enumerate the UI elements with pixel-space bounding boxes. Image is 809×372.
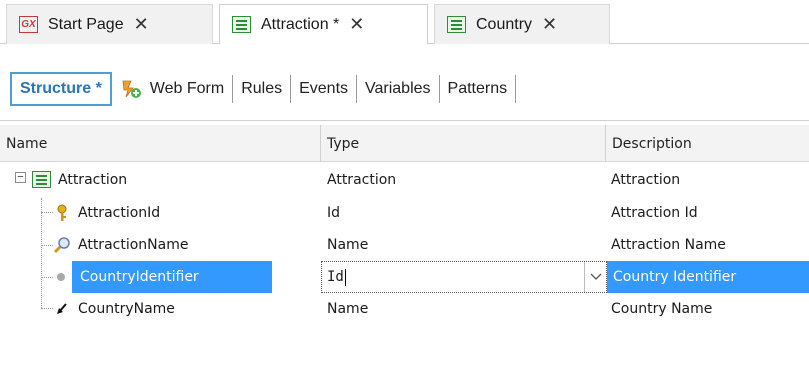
web-form-icon — [120, 79, 142, 99]
tab-events[interactable]: Events — [291, 72, 356, 106]
attribute-type[interactable]: Name — [327, 229, 368, 261]
transaction-icon — [447, 16, 466, 33]
type-input-value[interactable]: Id — [327, 269, 344, 285]
column-header-name[interactable]: Name — [0, 125, 320, 162]
text-caret — [344, 268, 346, 286]
tab-web-form-label: Web Form — [149, 80, 225, 97]
attribute-name[interactable]: Attraction — [58, 164, 127, 196]
tab-label: Attraction * — [261, 15, 340, 33]
magnifier-icon — [52, 235, 72, 255]
column-header-type[interactable]: Type — [321, 125, 605, 162]
tab-label: Country — [476, 15, 533, 33]
structure-grid-header: Name Type Description — [0, 125, 809, 162]
attribute-name[interactable]: CountryName — [78, 293, 175, 325]
transaction-icon — [32, 171, 51, 188]
tab-attraction[interactable]: Attraction * ✕ — [219, 4, 428, 45]
attribute-name[interactable]: AttractionId — [78, 197, 160, 229]
transaction-icon — [232, 16, 251, 33]
inferred-arrow-icon — [55, 301, 69, 317]
attribute-description[interactable]: Attraction — [611, 164, 680, 196]
gx-logo-icon: GX — [19, 16, 38, 33]
attribute-name[interactable]: AttractionName — [78, 229, 188, 261]
key-icon — [54, 204, 70, 222]
tab-rules[interactable]: Rules — [233, 72, 290, 106]
close-icon[interactable]: ✕ — [134, 14, 149, 35]
close-icon[interactable]: ✕ — [349, 14, 364, 35]
table-row[interactable]: AttractionId Id Attraction Id — [0, 197, 809, 229]
attribute-description[interactable]: Country Name — [611, 293, 712, 325]
separator — [515, 75, 517, 103]
table-row[interactable]: CountryName Name Country Name — [0, 293, 809, 325]
tab-country[interactable]: Country ✕ — [434, 4, 610, 44]
object-part-toolbar: Structure * Web Form Rules Events Variab… — [0, 45, 809, 121]
table-row[interactable]: AttractionName Name Attraction Name — [0, 229, 809, 261]
column-header-description[interactable]: Description — [606, 125, 809, 162]
table-row[interactable]: Attraction Attraction Attraction — [0, 164, 809, 196]
attribute-type[interactable]: Name — [327, 293, 368, 325]
tab-patterns[interactable]: Patterns — [440, 72, 516, 106]
table-row-selected[interactable]: CountryIdentifier Id Country Identifier — [0, 261, 809, 293]
attribute-description[interactable]: Attraction Id — [611, 197, 698, 229]
tab-variables[interactable]: Variables — [357, 72, 439, 106]
close-icon[interactable]: ✕ — [542, 14, 557, 35]
tab-web-form[interactable]: Web Form — [112, 72, 232, 106]
attribute-description[interactable]: Attraction Name — [611, 229, 726, 261]
dot-icon — [56, 272, 66, 282]
attribute-type[interactable]: Attraction — [327, 164, 396, 196]
type-combo-input[interactable]: Id — [321, 261, 607, 293]
tab-structure[interactable]: Structure * — [10, 72, 112, 106]
attribute-type[interactable]: Id — [327, 197, 340, 229]
attribute-description[interactable]: Country Identifier — [607, 261, 809, 293]
chevron-down-icon[interactable] — [584, 262, 606, 292]
tab-start-page[interactable]: GX Start Page ✕ — [6, 4, 213, 44]
tab-label: Start Page — [48, 15, 124, 33]
document-tab-strip: GX Start Page ✕ Attraction * ✕ Country ✕ — [0, 0, 809, 45]
attribute-name[interactable]: CountryIdentifier — [72, 261, 272, 293]
part-tabs: Structure * Web Form Rules Events Variab… — [10, 72, 517, 106]
